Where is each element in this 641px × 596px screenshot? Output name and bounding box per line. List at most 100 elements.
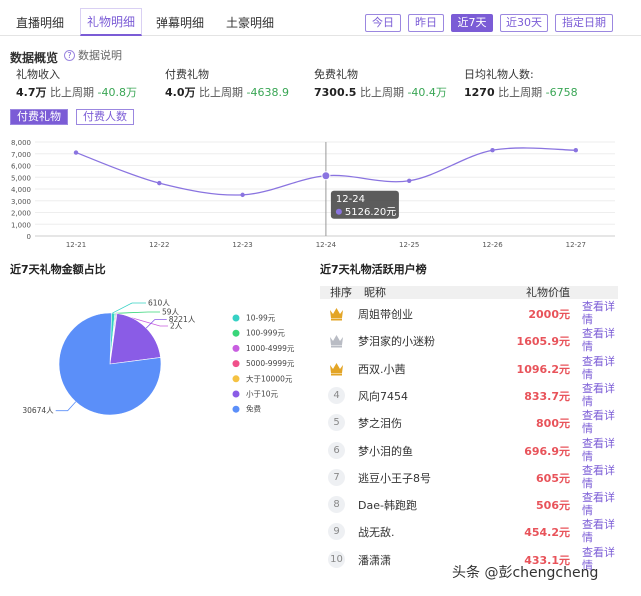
gift-value: 833.7元 [524, 389, 570, 403]
legend-label: 1000-4999元 [246, 344, 295, 353]
legend-marker [232, 375, 240, 383]
legend-marker [232, 390, 240, 398]
legend-marker [232, 405, 240, 413]
gift-value: 696.9元 [524, 444, 570, 458]
view-detail-link[interactable]: 查看详情 [582, 437, 618, 463]
header-name: 昵称 [364, 286, 386, 299]
overview-title: 数据概览 [10, 51, 59, 65]
tab-danmaku-detail[interactable]: 弹幕明细 [156, 10, 204, 36]
view-detail-link[interactable]: 查看详情 [582, 491, 618, 517]
gift-amount-pie-chart: 610人59人2人8221人30674人10-99元100-999元1000-4… [22, 299, 295, 416]
legend-label: 100-999元 [246, 329, 285, 338]
data-help-label: 数据说明 [78, 49, 122, 62]
data-point [73, 150, 79, 155]
data-point [573, 148, 578, 153]
x-tick-label: 12-23 [232, 241, 252, 249]
gift-value: 1605.9元 [516, 335, 570, 349]
tab-live-detail[interactable]: 直播明细 [16, 10, 64, 36]
user-nickname: 梦小泪的鱼 [358, 444, 413, 458]
table-row: 梦泪家的小迷粉 1605.9元 查看详情 [320, 327, 618, 354]
tooltip-date: 12-24 [336, 194, 365, 205]
legend-label: 5000-9999元 [246, 359, 295, 368]
gift-value: 800元 [536, 417, 570, 431]
x-tick-label: 12-25 [399, 241, 419, 249]
header-value: 礼物价值 [526, 286, 570, 299]
metric-delta: -6758 [545, 86, 578, 99]
subtab-paid-users[interactable]: 付费人数 [76, 109, 134, 125]
metric-label: 付费礼物 [165, 68, 209, 81]
subtab-paid-gift[interactable]: 付费礼物 [10, 109, 68, 125]
x-tick-label: 12-21 [66, 241, 86, 249]
date-custom-button[interactable]: 指定日期 [555, 14, 613, 32]
table-row: 5 梦之泪伤 800元 查看详情 [320, 409, 618, 436]
user-nickname: Dae-韩跑跑 [358, 499, 417, 513]
metric-value: 7300.5 [314, 86, 357, 99]
user-nickname: 潘潇潇 [358, 553, 391, 567]
data-point [157, 180, 162, 186]
pie-slice-label: 610人 [148, 299, 170, 308]
gift-value: 506元 [536, 499, 570, 513]
view-detail-link[interactable]: 查看详情 [582, 518, 618, 544]
tab-gift-detail[interactable]: 礼物明细 [80, 8, 143, 36]
table-row: 7 逃豆小王子8号 605元 查看详情 [320, 464, 618, 491]
y-tick-label: 7,000 [11, 151, 31, 159]
table-row: 西双.小茜 1096.2元 查看详情 [320, 355, 618, 382]
data-point [321, 171, 331, 181]
metric-value: 1270 [464, 86, 495, 99]
view-detail-link[interactable]: 查看详情 [582, 382, 618, 408]
pie-label-line [145, 319, 167, 329]
y-tick-label: 8,000 [11, 139, 31, 147]
legend-label: 大于10000元 [246, 373, 293, 383]
legend-marker [232, 344, 240, 352]
view-detail-link[interactable]: 查看详情 [582, 327, 618, 353]
rank-number: 9 [328, 523, 345, 541]
user-nickname: 周姐带创业 [358, 308, 413, 321]
data-point [407, 178, 412, 183]
y-tick-label: 6,000 [11, 163, 31, 171]
table-row: 6 梦小泪的鱼 696.9元 查看详情 [320, 437, 618, 464]
user-nickname: 风向7454 [358, 389, 408, 403]
view-detail-link[interactable]: 查看详情 [582, 409, 618, 435]
x-tick-label: 12-27 [566, 241, 586, 249]
data-help-link[interactable]: ? 数据说明 [64, 47, 122, 63]
tooltip-value: 5126.20元 [345, 207, 396, 218]
x-tick-label: 12-24 [316, 241, 337, 249]
x-tick-label: 12-26 [482, 241, 503, 249]
table-row: 8 Dae-韩跑跑 506元 查看详情 [320, 491, 618, 518]
ranking-table-header: 排序 昵称 礼物价值 [320, 286, 618, 299]
y-tick-label: 2,000 [11, 210, 31, 218]
tooltip-series-dot [335, 208, 342, 215]
table-row: 周姐带创业 2000元 查看详情 [320, 300, 618, 327]
y-tick-label: 5,000 [11, 174, 31, 182]
pie-label-line [112, 302, 146, 314]
user-nickname: 战无敌. [358, 526, 395, 540]
view-detail-link[interactable]: 查看详情 [582, 355, 618, 381]
tab-tycoon-detail[interactable]: 土豪明细 [226, 10, 274, 36]
date-today-button[interactable]: 今日 [365, 14, 401, 32]
metric-value: 4.0万 [165, 86, 196, 99]
table-row: 9 战无敌. 454.2元 查看详情 [320, 518, 618, 545]
rank-number: 8 [328, 496, 345, 514]
metric-label: 免费礼物 [314, 68, 358, 81]
pie-label-line [55, 401, 77, 412]
view-detail-link[interactable]: 查看详情 [582, 300, 618, 326]
date-7days-button[interactable]: 近7天 [451, 14, 493, 32]
y-tick-label: 3,000 [11, 198, 31, 206]
date-30days-button[interactable]: 近30天 [500, 14, 548, 32]
pie-label-line [115, 311, 160, 314]
date-yesterday-button[interactable]: 昨日 [408, 14, 444, 32]
gift-value: 454.2元 [524, 526, 570, 540]
view-detail-link[interactable]: 查看详情 [582, 464, 618, 490]
rank-number: 6 [328, 441, 345, 459]
user-nickname: 梦之泪伤 [358, 417, 402, 431]
x-tick-label: 12-22 [149, 241, 169, 249]
gold-crown-icon [328, 360, 345, 377]
metric-gift-income: 礼物收入 4.7万 比上周期 -40.8万 [16, 66, 137, 100]
user-nickname: 西双.小茜 [358, 362, 406, 376]
metric-daily-gift-users: 日均礼物人数: 1270 比上周期 -6758 [464, 66, 578, 100]
user-nickname: 逃豆小王子8号 [358, 471, 431, 485]
watermark: 头条 @彭chengcheng [452, 565, 599, 581]
metric-compare-label: 比上周期 [50, 86, 94, 99]
data-point [240, 192, 245, 198]
y-tick-label: 1,000 [11, 221, 31, 229]
